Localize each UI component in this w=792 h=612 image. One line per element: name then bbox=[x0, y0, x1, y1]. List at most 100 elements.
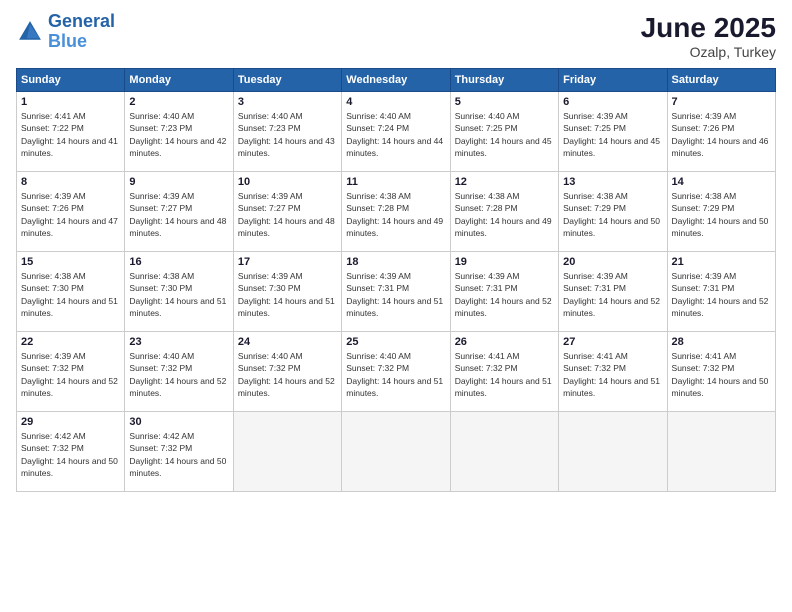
day-info: Sunrise: 4:42 AM Sunset: 7:32 PM Dayligh… bbox=[129, 430, 228, 479]
table-row: 22 Sunrise: 4:39 AM Sunset: 7:32 PM Dayl… bbox=[17, 332, 125, 412]
day-number: 28 bbox=[672, 336, 771, 348]
table-row: 4 Sunrise: 4:40 AM Sunset: 7:24 PM Dayli… bbox=[342, 92, 450, 172]
day-info: Sunrise: 4:40 AM Sunset: 7:25 PM Dayligh… bbox=[455, 110, 554, 159]
table-row: 8 Sunrise: 4:39 AM Sunset: 7:26 PM Dayli… bbox=[17, 172, 125, 252]
page: GeneralBlue June 2025 Ozalp, Turkey Sund… bbox=[0, 0, 792, 612]
table-row: 15 Sunrise: 4:38 AM Sunset: 7:30 PM Dayl… bbox=[17, 252, 125, 332]
table-row: 25 Sunrise: 4:40 AM Sunset: 7:32 PM Dayl… bbox=[342, 332, 450, 412]
day-info: Sunrise: 4:39 AM Sunset: 7:26 PM Dayligh… bbox=[21, 190, 120, 239]
table-row: 13 Sunrise: 4:38 AM Sunset: 7:29 PM Dayl… bbox=[559, 172, 667, 252]
day-info: Sunrise: 4:40 AM Sunset: 7:32 PM Dayligh… bbox=[238, 350, 337, 399]
logo-text: GeneralBlue bbox=[48, 12, 115, 52]
table-row: 6 Sunrise: 4:39 AM Sunset: 7:25 PM Dayli… bbox=[559, 92, 667, 172]
table-row: 7 Sunrise: 4:39 AM Sunset: 7:26 PM Dayli… bbox=[667, 92, 775, 172]
day-info: Sunrise: 4:39 AM Sunset: 7:32 PM Dayligh… bbox=[21, 350, 120, 399]
day-info: Sunrise: 4:40 AM Sunset: 7:23 PM Dayligh… bbox=[238, 110, 337, 159]
day-info: Sunrise: 4:39 AM Sunset: 7:31 PM Dayligh… bbox=[346, 270, 445, 319]
day-info: Sunrise: 4:39 AM Sunset: 7:30 PM Dayligh… bbox=[238, 270, 337, 319]
day-number: 20 bbox=[563, 256, 662, 268]
day-number: 27 bbox=[563, 336, 662, 348]
day-number: 13 bbox=[563, 176, 662, 188]
col-saturday: Saturday bbox=[667, 69, 775, 92]
day-info: Sunrise: 4:41 AM Sunset: 7:32 PM Dayligh… bbox=[672, 350, 771, 399]
calendar-title: June 2025 bbox=[641, 12, 776, 44]
day-number: 26 bbox=[455, 336, 554, 348]
table-row: 18 Sunrise: 4:39 AM Sunset: 7:31 PM Dayl… bbox=[342, 252, 450, 332]
col-sunday: Sunday bbox=[17, 69, 125, 92]
day-info: Sunrise: 4:40 AM Sunset: 7:24 PM Dayligh… bbox=[346, 110, 445, 159]
table-row: 14 Sunrise: 4:38 AM Sunset: 7:29 PM Dayl… bbox=[667, 172, 775, 252]
table-row bbox=[233, 412, 341, 492]
calendar-week-row: 29 Sunrise: 4:42 AM Sunset: 7:32 PM Dayl… bbox=[17, 412, 776, 492]
calendar-week-row: 1 Sunrise: 4:41 AM Sunset: 7:22 PM Dayli… bbox=[17, 92, 776, 172]
day-number: 29 bbox=[21, 416, 120, 428]
day-info: Sunrise: 4:39 AM Sunset: 7:31 PM Dayligh… bbox=[563, 270, 662, 319]
calendar-table: Sunday Monday Tuesday Wednesday Thursday… bbox=[16, 68, 776, 492]
day-number: 11 bbox=[346, 176, 445, 188]
table-row: 12 Sunrise: 4:38 AM Sunset: 7:28 PM Dayl… bbox=[450, 172, 558, 252]
day-number: 21 bbox=[672, 256, 771, 268]
table-row: 30 Sunrise: 4:42 AM Sunset: 7:32 PM Dayl… bbox=[125, 412, 233, 492]
table-row: 5 Sunrise: 4:40 AM Sunset: 7:25 PM Dayli… bbox=[450, 92, 558, 172]
day-number: 23 bbox=[129, 336, 228, 348]
day-number: 8 bbox=[21, 176, 120, 188]
col-wednesday: Wednesday bbox=[342, 69, 450, 92]
day-info: Sunrise: 4:40 AM Sunset: 7:32 PM Dayligh… bbox=[129, 350, 228, 399]
calendar-week-row: 8 Sunrise: 4:39 AM Sunset: 7:26 PM Dayli… bbox=[17, 172, 776, 252]
day-info: Sunrise: 4:41 AM Sunset: 7:32 PM Dayligh… bbox=[563, 350, 662, 399]
day-number: 24 bbox=[238, 336, 337, 348]
header: GeneralBlue June 2025 Ozalp, Turkey bbox=[16, 12, 776, 60]
table-row bbox=[559, 412, 667, 492]
table-row: 19 Sunrise: 4:39 AM Sunset: 7:31 PM Dayl… bbox=[450, 252, 558, 332]
calendar-week-row: 15 Sunrise: 4:38 AM Sunset: 7:30 PM Dayl… bbox=[17, 252, 776, 332]
table-row: 9 Sunrise: 4:39 AM Sunset: 7:27 PM Dayli… bbox=[125, 172, 233, 252]
logo-icon bbox=[16, 18, 44, 46]
day-number: 22 bbox=[21, 336, 120, 348]
day-info: Sunrise: 4:39 AM Sunset: 7:31 PM Dayligh… bbox=[455, 270, 554, 319]
day-info: Sunrise: 4:39 AM Sunset: 7:27 PM Dayligh… bbox=[238, 190, 337, 239]
table-row bbox=[342, 412, 450, 492]
day-info: Sunrise: 4:38 AM Sunset: 7:28 PM Dayligh… bbox=[346, 190, 445, 239]
day-info: Sunrise: 4:39 AM Sunset: 7:27 PM Dayligh… bbox=[129, 190, 228, 239]
table-row: 17 Sunrise: 4:39 AM Sunset: 7:30 PM Dayl… bbox=[233, 252, 341, 332]
day-info: Sunrise: 4:41 AM Sunset: 7:32 PM Dayligh… bbox=[455, 350, 554, 399]
day-number: 19 bbox=[455, 256, 554, 268]
day-number: 6 bbox=[563, 96, 662, 108]
col-monday: Monday bbox=[125, 69, 233, 92]
day-info: Sunrise: 4:40 AM Sunset: 7:32 PM Dayligh… bbox=[346, 350, 445, 399]
calendar-header-row: Sunday Monday Tuesday Wednesday Thursday… bbox=[17, 69, 776, 92]
day-number: 2 bbox=[129, 96, 228, 108]
day-info: Sunrise: 4:41 AM Sunset: 7:22 PM Dayligh… bbox=[21, 110, 120, 159]
day-number: 16 bbox=[129, 256, 228, 268]
table-row: 20 Sunrise: 4:39 AM Sunset: 7:31 PM Dayl… bbox=[559, 252, 667, 332]
day-number: 7 bbox=[672, 96, 771, 108]
table-row: 11 Sunrise: 4:38 AM Sunset: 7:28 PM Dayl… bbox=[342, 172, 450, 252]
day-number: 25 bbox=[346, 336, 445, 348]
calendar-week-row: 22 Sunrise: 4:39 AM Sunset: 7:32 PM Dayl… bbox=[17, 332, 776, 412]
day-info: Sunrise: 4:38 AM Sunset: 7:30 PM Dayligh… bbox=[129, 270, 228, 319]
table-row bbox=[450, 412, 558, 492]
day-info: Sunrise: 4:39 AM Sunset: 7:26 PM Dayligh… bbox=[672, 110, 771, 159]
col-thursday: Thursday bbox=[450, 69, 558, 92]
day-info: Sunrise: 4:38 AM Sunset: 7:30 PM Dayligh… bbox=[21, 270, 120, 319]
day-info: Sunrise: 4:38 AM Sunset: 7:29 PM Dayligh… bbox=[672, 190, 771, 239]
table-row: 2 Sunrise: 4:40 AM Sunset: 7:23 PM Dayli… bbox=[125, 92, 233, 172]
day-number: 12 bbox=[455, 176, 554, 188]
day-number: 9 bbox=[129, 176, 228, 188]
table-row: 29 Sunrise: 4:42 AM Sunset: 7:32 PM Dayl… bbox=[17, 412, 125, 492]
table-row: 16 Sunrise: 4:38 AM Sunset: 7:30 PM Dayl… bbox=[125, 252, 233, 332]
day-info: Sunrise: 4:38 AM Sunset: 7:28 PM Dayligh… bbox=[455, 190, 554, 239]
col-friday: Friday bbox=[559, 69, 667, 92]
logo: GeneralBlue bbox=[16, 12, 115, 52]
day-number: 10 bbox=[238, 176, 337, 188]
day-number: 30 bbox=[129, 416, 228, 428]
calendar-subtitle: Ozalp, Turkey bbox=[641, 44, 776, 60]
table-row bbox=[667, 412, 775, 492]
table-row: 27 Sunrise: 4:41 AM Sunset: 7:32 PM Dayl… bbox=[559, 332, 667, 412]
day-number: 4 bbox=[346, 96, 445, 108]
table-row: 10 Sunrise: 4:39 AM Sunset: 7:27 PM Dayl… bbox=[233, 172, 341, 252]
day-info: Sunrise: 4:39 AM Sunset: 7:31 PM Dayligh… bbox=[672, 270, 771, 319]
table-row: 1 Sunrise: 4:41 AM Sunset: 7:22 PM Dayli… bbox=[17, 92, 125, 172]
day-number: 14 bbox=[672, 176, 771, 188]
table-row: 23 Sunrise: 4:40 AM Sunset: 7:32 PM Dayl… bbox=[125, 332, 233, 412]
